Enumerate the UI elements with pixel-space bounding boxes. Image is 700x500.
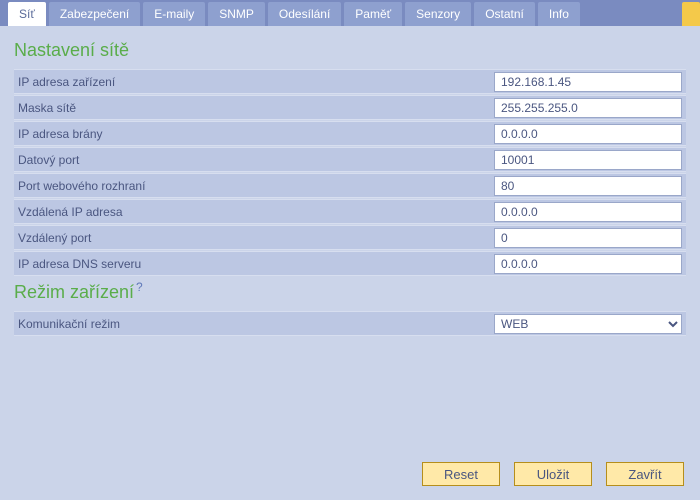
label-remote-port: Vzdálený port (14, 231, 494, 245)
input-netmask[interactable] (494, 98, 682, 118)
button-bar: Reset Uložit Zavřít (422, 462, 684, 486)
tab-other[interactable]: Ostatní (474, 2, 535, 26)
tab-label: Síť (19, 7, 35, 21)
row-remote-ip: Vzdálená IP adresa (14, 199, 686, 224)
tab-label: SNMP (219, 7, 254, 21)
row-remote-port: Vzdálený port (14, 225, 686, 250)
tab-security[interactable]: Zabezpečení (49, 2, 140, 26)
label-gateway: IP adresa brány (14, 127, 494, 141)
label-netmask: Maska sítě (14, 101, 494, 115)
input-remote-ip[interactable] (494, 202, 682, 222)
row-data-port: Datový port (14, 147, 686, 172)
label-comm-mode: Komunikační režim (14, 317, 494, 331)
content-area: Nastavení sítě IP adresa zařízení Maska … (0, 26, 700, 336)
close-button[interactable]: Zavřít (606, 462, 684, 486)
row-comm-mode: Komunikační režim WEB (14, 311, 686, 336)
label-data-port: Datový port (14, 153, 494, 167)
label-dns-ip: IP adresa DNS serveru (14, 257, 494, 271)
tab-label: E-maily (154, 7, 194, 21)
tab-network[interactable]: Síť (8, 2, 46, 26)
section-title-mode-text: Režim zařízení (14, 282, 134, 302)
help-icon[interactable]: ? (136, 280, 143, 294)
input-device-ip[interactable] (494, 72, 682, 92)
input-web-port[interactable] (494, 176, 682, 196)
row-device-ip: IP adresa zařízení (14, 69, 686, 94)
select-comm-mode[interactable]: WEB (494, 314, 682, 334)
row-netmask: Maska sítě (14, 95, 686, 120)
reset-button[interactable]: Reset (422, 462, 500, 486)
label-remote-ip: Vzdálená IP adresa (14, 205, 494, 219)
tab-memory[interactable]: Paměť (344, 2, 402, 26)
section-title-mode: Režim zařízení? (14, 280, 686, 303)
tab-bar: Síť Zabezpečení E-maily SNMP Odesílání P… (0, 0, 700, 26)
tab-label: Paměť (355, 7, 391, 21)
tab-label: Ostatní (485, 7, 524, 21)
tab-label: Info (549, 7, 569, 21)
corner-button[interactable] (682, 2, 700, 26)
row-gateway: IP adresa brány (14, 121, 686, 146)
tab-sending[interactable]: Odesílání (268, 2, 341, 26)
input-data-port[interactable] (494, 150, 682, 170)
input-gateway[interactable] (494, 124, 682, 144)
tab-info[interactable]: Info (538, 2, 580, 26)
tab-sensors[interactable]: Senzory (405, 2, 471, 26)
label-device-ip: IP adresa zařízení (14, 75, 494, 89)
input-remote-port[interactable] (494, 228, 682, 248)
tab-label: Senzory (416, 7, 460, 21)
save-button[interactable]: Uložit (514, 462, 592, 486)
input-dns-ip[interactable] (494, 254, 682, 274)
row-dns-ip: IP adresa DNS serveru (14, 251, 686, 276)
label-web-port: Port webového rozhraní (14, 179, 494, 193)
tab-snmp[interactable]: SNMP (208, 2, 265, 26)
tab-label: Odesílání (279, 7, 330, 21)
tab-emails[interactable]: E-maily (143, 2, 205, 26)
section-title-network: Nastavení sítě (14, 40, 686, 61)
tab-label: Zabezpečení (60, 7, 129, 21)
row-web-port: Port webového rozhraní (14, 173, 686, 198)
